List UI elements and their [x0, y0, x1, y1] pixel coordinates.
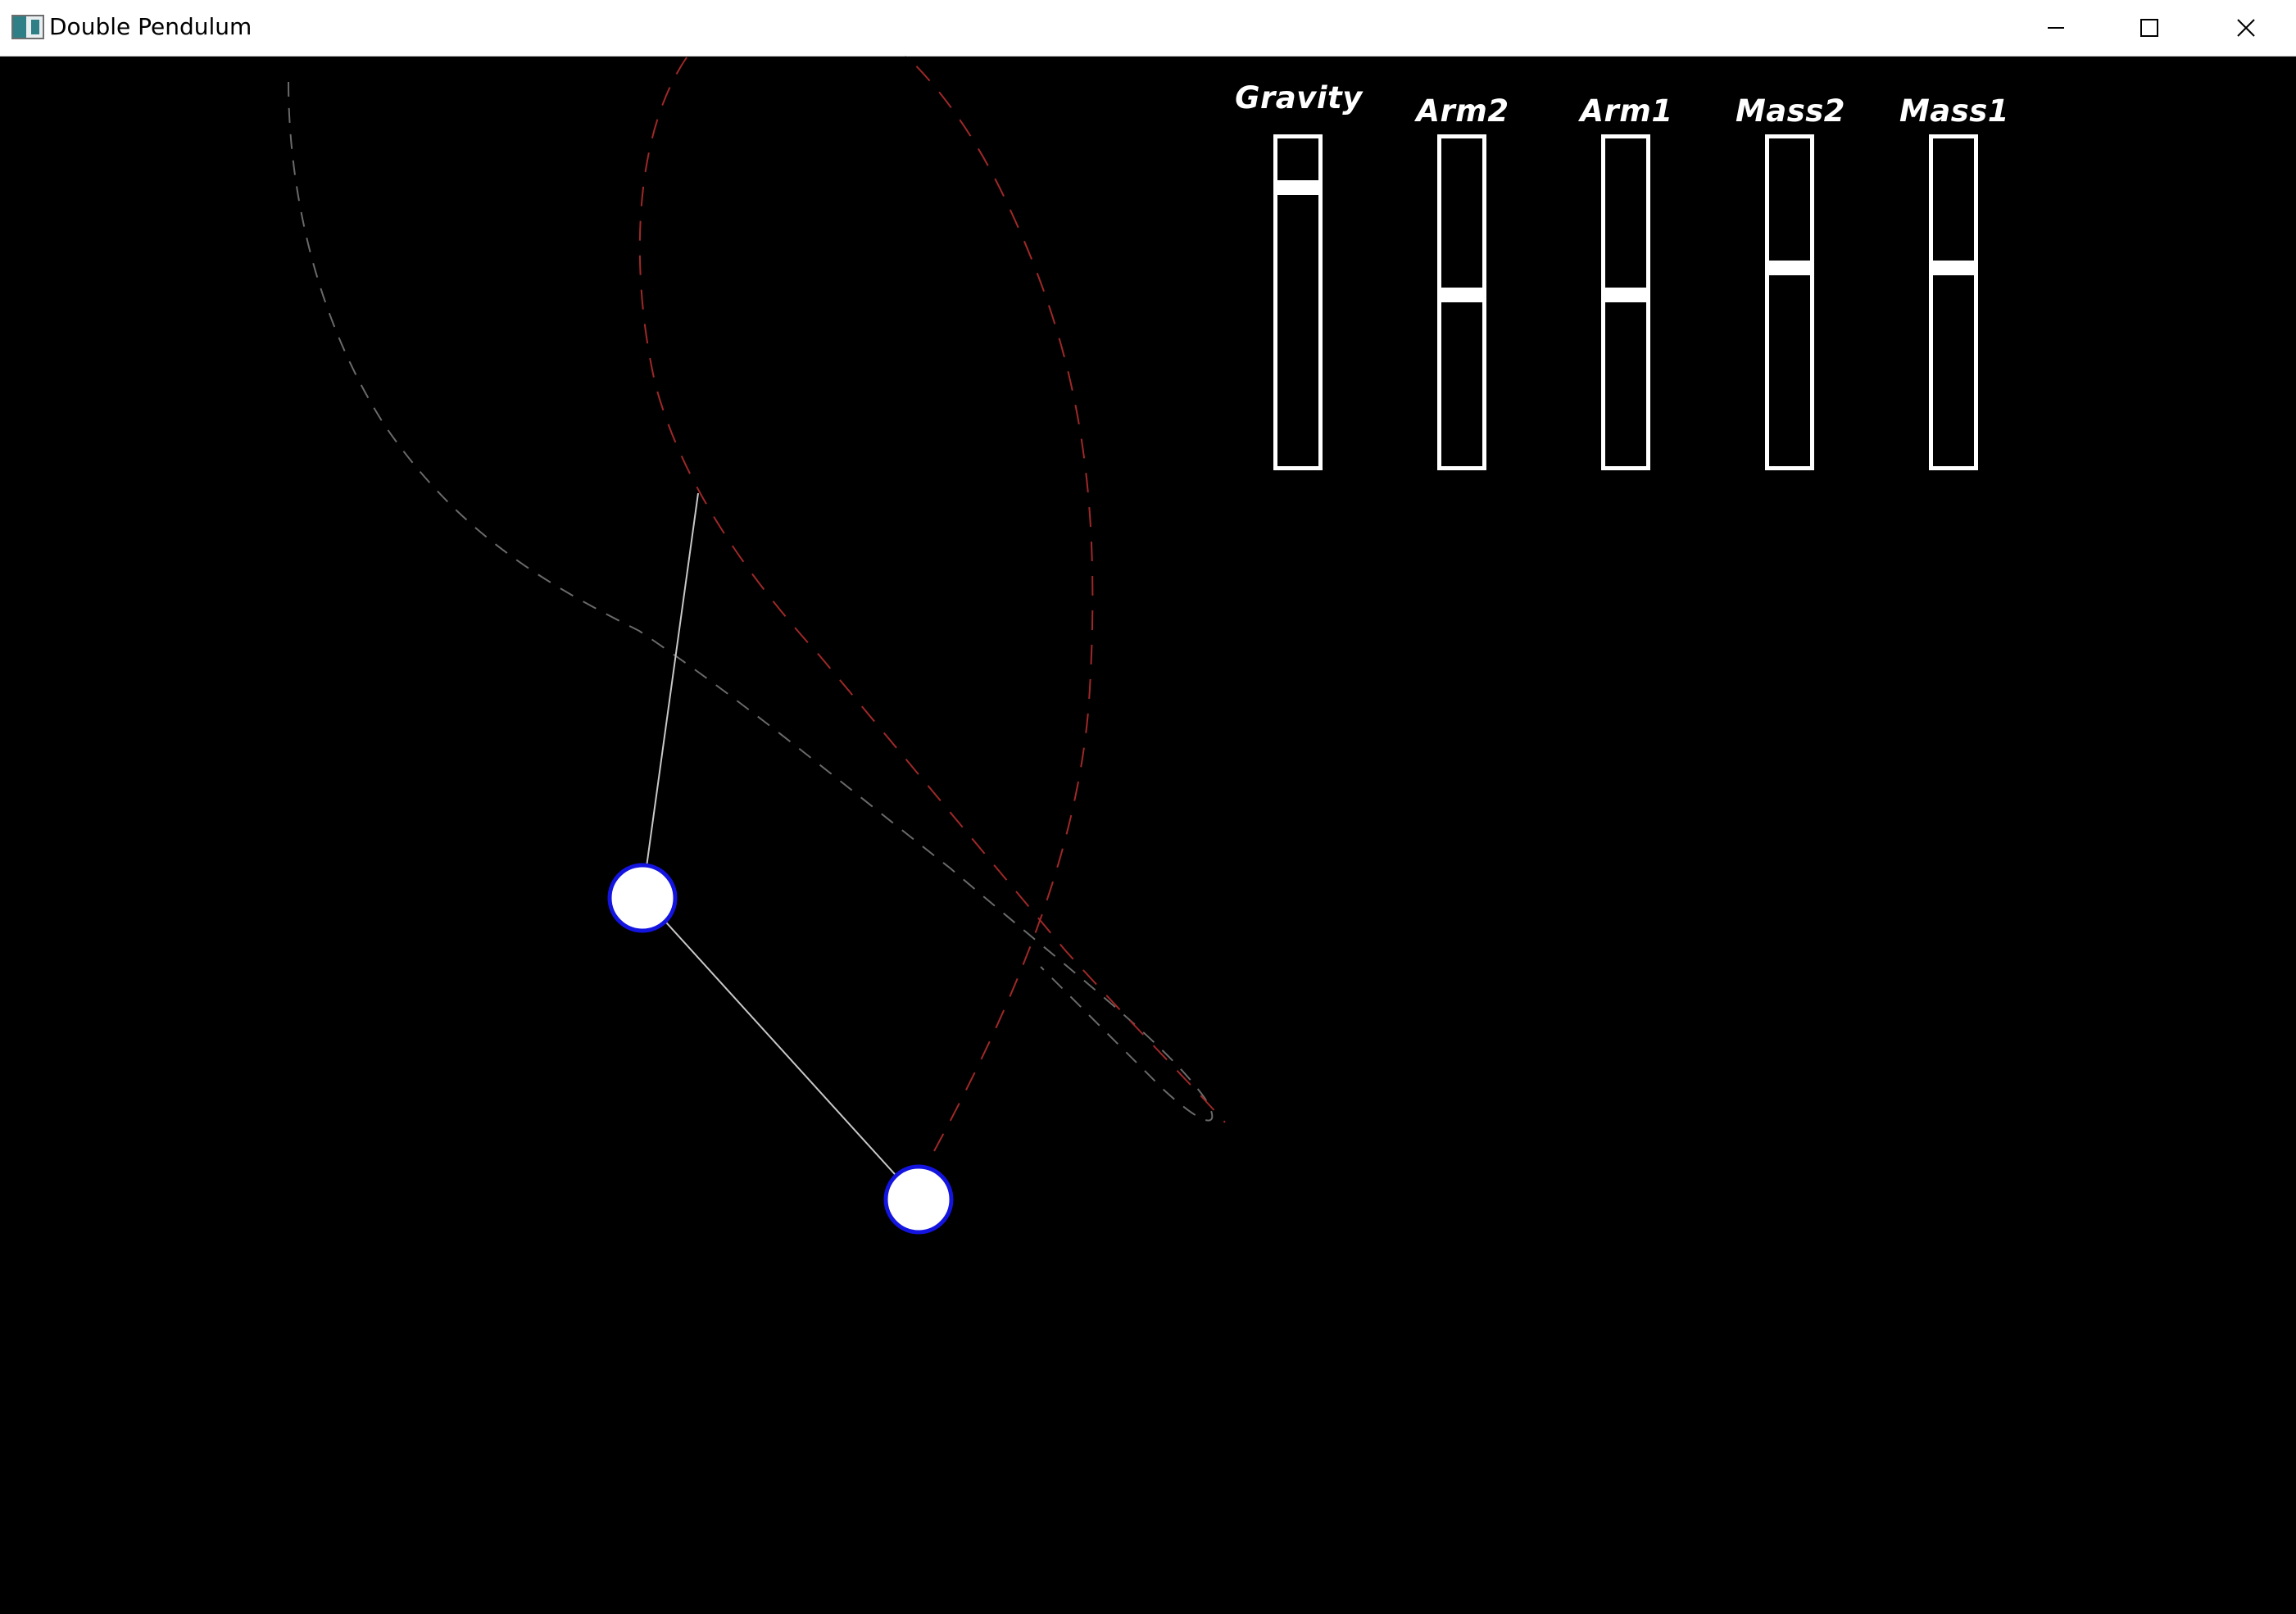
gravity-slider-label: Gravity — [1235, 80, 1363, 116]
arm2-slider[interactable] — [1437, 134, 1486, 470]
app-window: Double Pendulum Gravity Arm2 Arm1 Mass2 … — [0, 0, 2296, 1614]
arm1-slider-handle[interactable] — [1605, 288, 1646, 302]
rod-upper — [642, 492, 699, 897]
arm1-slider[interactable] — [1601, 134, 1650, 470]
bob2-trail — [638, 56, 1226, 1152]
arm2-slider-label: Arm2 — [1416, 93, 1509, 129]
maximize-button[interactable] — [2103, 0, 2196, 56]
title-bar[interactable]: Double Pendulum — [0, 0, 2296, 57]
gravity-slider[interactable] — [1273, 134, 1323, 470]
arm2-slider-handle[interactable] — [1441, 288, 1482, 302]
arm1-slider-label: Arm1 — [1580, 93, 1673, 129]
pendulum-bob-1[interactable] — [607, 863, 678, 933]
mass1-slider-label: Mass1 — [1899, 93, 2010, 129]
bob1-trail — [288, 81, 1214, 1122]
close-icon — [2237, 19, 2255, 37]
mass2-slider-handle[interactable] — [1769, 261, 1810, 275]
mass1-slider[interactable] — [1929, 134, 1978, 470]
gravity-slider-handle[interactable] — [1277, 180, 1318, 195]
mass2-slider[interactable] — [1765, 134, 1814, 470]
pendulum-bob-2[interactable] — [883, 1164, 954, 1235]
minimize-icon — [2048, 27, 2064, 29]
maximize-icon — [2140, 19, 2158, 37]
close-button[interactable] — [2196, 0, 2296, 56]
minimize-button[interactable] — [2009, 0, 2103, 56]
window-title: Double Pendulum — [49, 13, 252, 40]
mass2-slider-label: Mass2 — [1735, 93, 1846, 129]
mass1-slider-handle[interactable] — [1933, 261, 1974, 275]
rod-lower — [642, 895, 919, 1200]
app-icon — [11, 15, 44, 39]
